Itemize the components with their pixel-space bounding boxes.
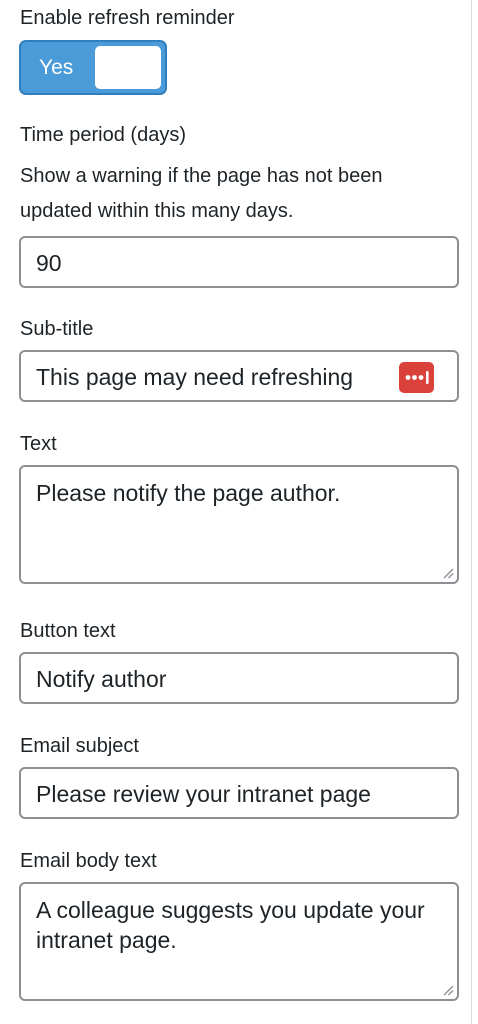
refresh-reminder-label: Enable refresh reminder xyxy=(20,7,235,29)
text-label: Text xyxy=(20,433,57,455)
subtitle-input[interactable]: This page may need refreshing xyxy=(19,350,459,402)
password-manager-icon[interactable] xyxy=(399,362,434,393)
resize-handle-icon[interactable] xyxy=(442,567,454,579)
subtitle-label: Sub-title xyxy=(20,318,94,340)
email-body-textarea[interactable]: A colleague suggests you update your int… xyxy=(19,882,459,1001)
button-text-value: Notify author xyxy=(36,666,167,692)
email-body-label: Email body text xyxy=(20,850,157,872)
button-text-input[interactable]: Notify author xyxy=(19,652,459,704)
email-subject-label: Email subject xyxy=(20,735,139,757)
time-period-input[interactable]: 90 xyxy=(19,236,459,288)
resize-handle-icon[interactable] xyxy=(442,984,454,996)
toggle-knob xyxy=(95,46,161,89)
time-period-value: 90 xyxy=(36,250,62,276)
text-value: Please notify the page author. xyxy=(36,480,341,506)
subtitle-value: This page may need refreshing xyxy=(36,364,354,390)
settings-panel: Enable refresh reminder Yes Time period … xyxy=(0,0,472,1024)
time-period-label: Time period (days) xyxy=(20,124,186,146)
toggle-label: Yes xyxy=(39,56,74,79)
email-subject-value: Please review your intranet page xyxy=(36,781,371,807)
time-period-description: Show a warning if the page has not been … xyxy=(20,165,383,222)
email-body-value: A colleague suggests you update your int… xyxy=(36,897,425,953)
button-text-label: Button text xyxy=(20,620,116,642)
email-subject-input[interactable]: Please review your intranet page xyxy=(19,767,459,819)
refresh-reminder-toggle[interactable]: Yes xyxy=(19,40,167,95)
text-textarea[interactable]: Please notify the page author. xyxy=(19,465,459,584)
